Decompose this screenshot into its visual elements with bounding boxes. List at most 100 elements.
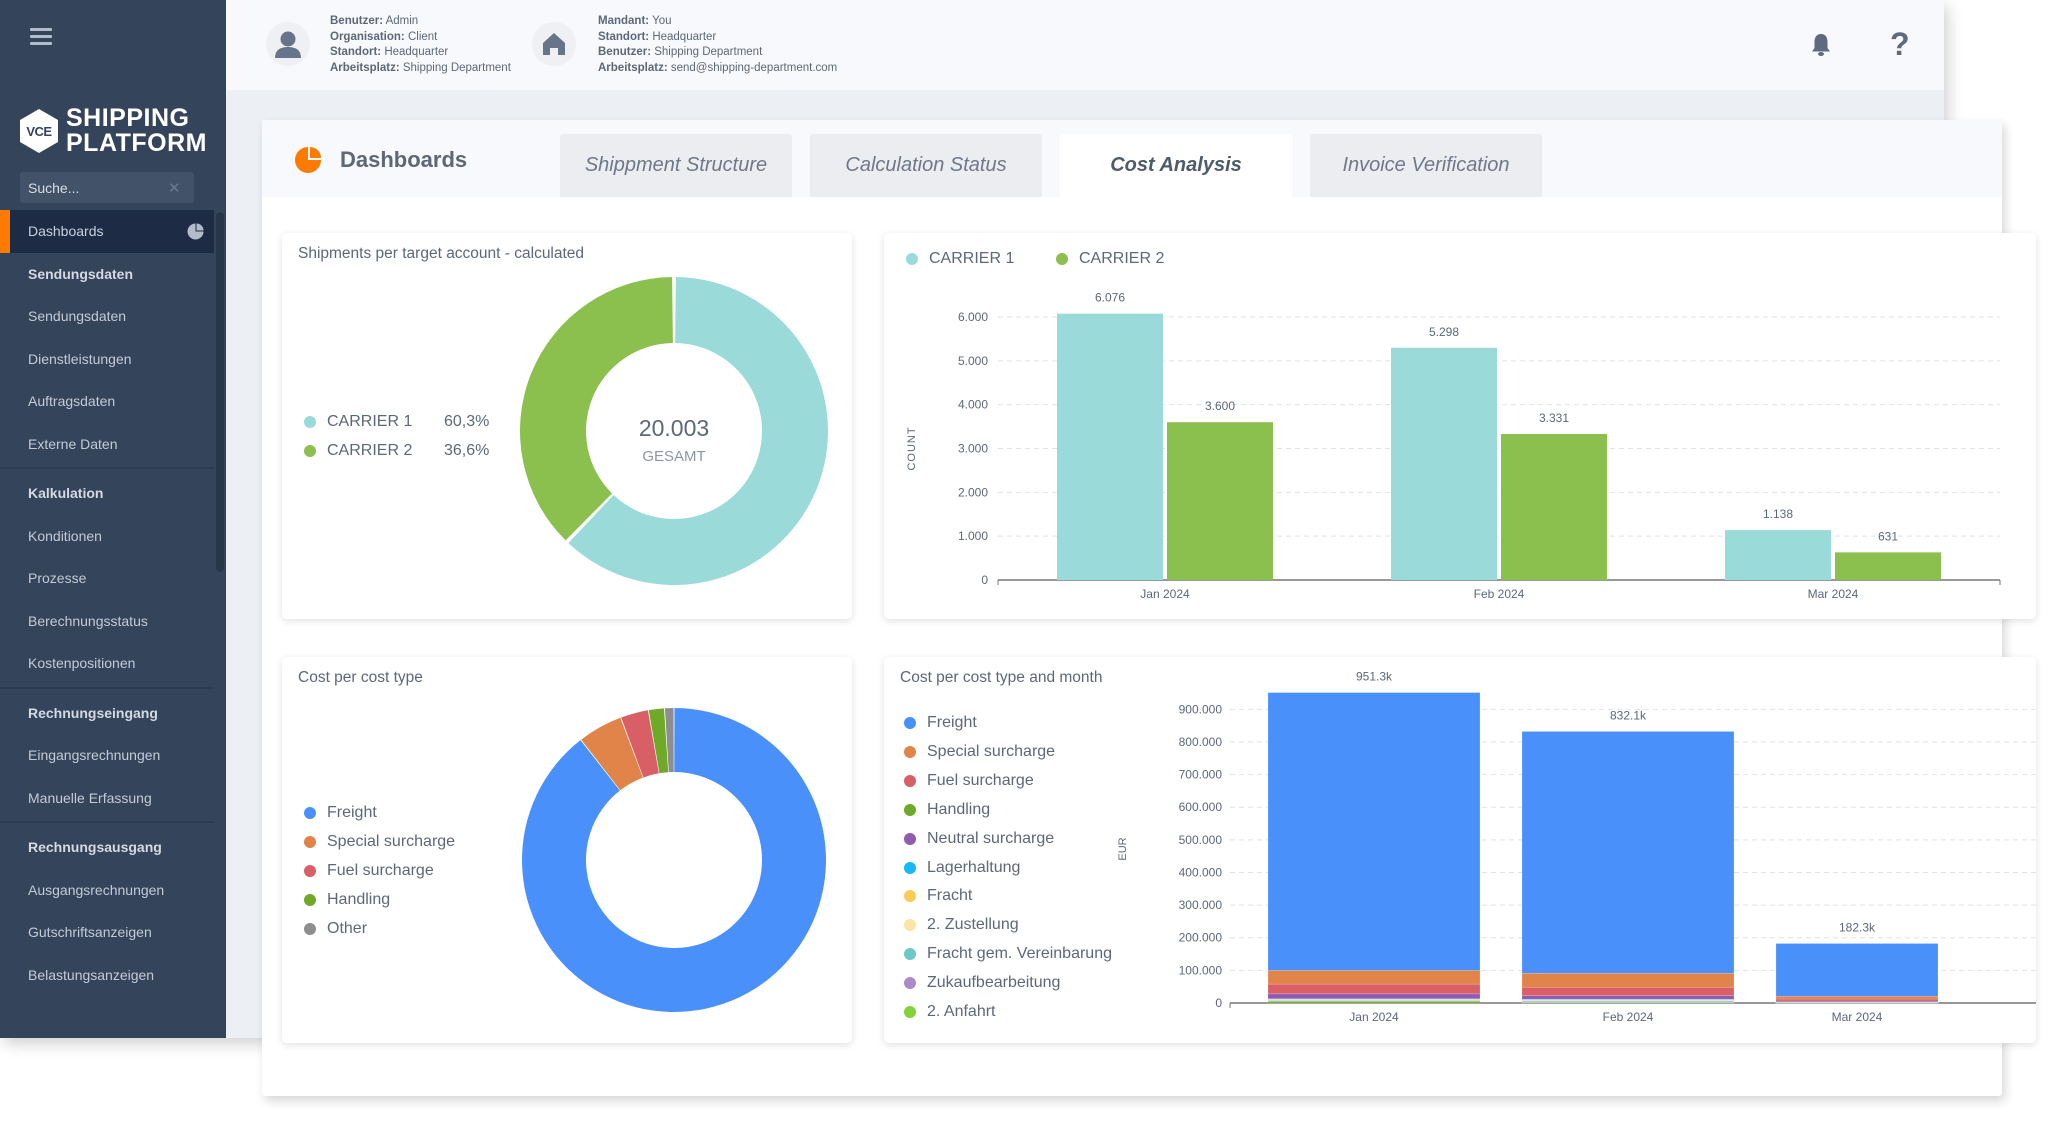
tab-cost-analysis[interactable]: Cost Analysis bbox=[1060, 134, 1292, 197]
info-line: Benutzer: Admin bbox=[330, 14, 511, 30]
donut-slice-carrier-2[interactable] bbox=[520, 277, 673, 541]
info-value: You bbox=[652, 15, 672, 27]
sidebar-item-gutschriftsanzeigen[interactable]: Gutschriftsanzeigen bbox=[0, 911, 214, 954]
cost-donut-chart bbox=[522, 708, 826, 1012]
stack-segment-freight[interactable] bbox=[1775, 943, 1939, 997]
nav-label: Rechnungsausgang bbox=[28, 839, 162, 856]
user-icon bbox=[275, 31, 301, 58]
sidebar-item-auftragsdaten[interactable]: Auftragsdaten bbox=[0, 380, 214, 423]
hamburger-menu-icon[interactable] bbox=[30, 28, 52, 48]
sidebar-item-manuelle-erfassung[interactable]: Manuelle Erfassung bbox=[0, 777, 214, 820]
stack-segment-freight[interactable] bbox=[1521, 731, 1735, 974]
stack-segment-freight[interactable] bbox=[1267, 692, 1481, 971]
logo: VCE SHIPPING PLATFORM bbox=[20, 106, 207, 156]
bar-carrier-1[interactable] bbox=[1725, 530, 1831, 580]
nav-label: Konditionen bbox=[28, 527, 102, 544]
nav-label: Sendungsdaten bbox=[28, 308, 127, 325]
top-bar: Benutzer: Admin Organisation: Client Stand… bbox=[226, 0, 1944, 90]
stack-segment-fuel-surcharge[interactable] bbox=[1775, 998, 1939, 1002]
stack-segment-special-surcharge[interactable] bbox=[1775, 995, 1939, 1000]
nav-section-header: Kalkulation bbox=[0, 472, 214, 515]
bar-carrier-2[interactable] bbox=[1835, 552, 1941, 580]
sidebar-item-kostenpositionen[interactable]: Kostenpositionen bbox=[0, 642, 214, 685]
logo-badge: VCE bbox=[20, 109, 58, 153]
bar-carrier-2[interactable] bbox=[1501, 433, 1607, 580]
nav-section-header: Rechnungsausgang bbox=[0, 826, 214, 869]
sidebar-item-dashboards[interactable]: Dashboards bbox=[0, 210, 214, 253]
info-value: Shipping Department bbox=[402, 61, 511, 74]
shipments-bar-chart: 0 1.000 2.000 3.000 4.000 5.000 6.000 COUNT 6.07… bbox=[906, 291, 2001, 601]
cost-stacked-bar-chart: 0 100.000 200.000 300.000 400.000 500.000 600.… bbox=[1117, 670, 2036, 1024]
y-tick-label: 5.000 bbox=[958, 354, 988, 368]
info-line: Arbeitsplatz: send@shipping-department.c… bbox=[598, 61, 837, 77]
sidebar-scrollbar[interactable] bbox=[216, 212, 224, 572]
sidebar-item-belastungsanzeigen[interactable]: Belastungsanzeigen bbox=[0, 954, 214, 997]
donut-slice-freight[interactable] bbox=[522, 708, 826, 1012]
tab-calculation-status[interactable]: Calculation Status bbox=[810, 134, 1042, 197]
bar-carrier-1[interactable] bbox=[1057, 313, 1163, 580]
y-tick-label: 1.000 bbox=[958, 529, 988, 543]
stack-segment-special-surcharge[interactable] bbox=[1267, 970, 1481, 985]
nav-label: Rechnungseingang bbox=[28, 704, 158, 721]
sidebar-item-eingangsrechnungen[interactable]: Eingangsrechnungen bbox=[0, 734, 214, 777]
y-axis-label: COUNT bbox=[906, 426, 918, 470]
stack-segment-neutral-surcharge[interactable] bbox=[1267, 993, 1481, 1000]
card-shipments-per-account: Shipments per target account - calculate… bbox=[282, 233, 852, 619]
nav-label: Berechnungsstatus bbox=[28, 612, 148, 629]
y-tick-label: 6.000 bbox=[958, 310, 988, 324]
info-line: Benutzer: Shipping Department bbox=[598, 45, 837, 61]
bar-total-label: 182.3k bbox=[1839, 921, 1876, 935]
help-icon[interactable]: ? bbox=[1890, 26, 1910, 63]
user-avatar[interactable] bbox=[266, 22, 310, 66]
home-icon bbox=[543, 33, 565, 55]
notification-bell-icon[interactable] bbox=[1810, 32, 1832, 63]
sidebar-nav: Dashboards Sendungsdaten Sendungsdaten Dien… bbox=[0, 210, 214, 996]
stack-segment-special-surcharge[interactable] bbox=[1521, 972, 1735, 988]
info-line: Arbeitsplatz: Shipping Department bbox=[330, 61, 511, 77]
bar-value-label: 1.138 bbox=[1763, 507, 1793, 521]
nav-label: Kalkulation bbox=[28, 485, 104, 502]
nav-label: Eingangsrechnungen bbox=[28, 747, 161, 764]
dashboard-panel: Dashboards Shippment Structure Calculatio… bbox=[262, 120, 2036, 1096]
info-value: Client bbox=[407, 30, 438, 43]
nav-label: Dienstleistungen bbox=[28, 350, 132, 367]
sidebar-item-ausgangsrechnungen[interactable]: Ausgangsrechnungen bbox=[0, 869, 214, 912]
info-key: Standort: bbox=[330, 46, 382, 58]
tab-shippment-structure[interactable]: Shippment Structure bbox=[560, 134, 792, 197]
sidebar-item-dienstleistungen[interactable]: Dienstleistungen bbox=[0, 338, 214, 381]
sidebar-item-prozesse[interactable]: Prozesse bbox=[0, 557, 214, 600]
info-key: Benutzer: bbox=[598, 46, 652, 58]
search-input[interactable] bbox=[28, 179, 168, 196]
stack-segment-fuel-surcharge[interactable] bbox=[1521, 986, 1735, 996]
info-key: Arbeitsplatz: bbox=[330, 61, 400, 74]
x-tick-label: Jan 2024 bbox=[1349, 1010, 1399, 1024]
y-tick-label: 0 bbox=[981, 573, 988, 587]
sidebar-item-externe-daten[interactable]: Externe Daten bbox=[0, 423, 214, 466]
sidebar-item-konditionen[interactable]: Konditionen bbox=[0, 515, 214, 558]
bar-value-label: 6.076 bbox=[1095, 291, 1125, 305]
sidebar-item-sendungsdaten[interactable]: Sendungsdaten bbox=[0, 295, 214, 338]
y-tick-label: 3.000 bbox=[958, 442, 988, 456]
info-line: Standort: Headquarter bbox=[330, 45, 511, 61]
sidebar-item-berechnungsstatus[interactable]: Berechnungsstatus bbox=[0, 600, 214, 643]
y-tick-label: 800.000 bbox=[1179, 735, 1223, 749]
y-tick-label: 600.000 bbox=[1179, 800, 1223, 814]
stack-segment-fuel-surcharge[interactable] bbox=[1267, 983, 1481, 995]
y-tick-label: 2.000 bbox=[958, 485, 988, 499]
logo-line-2: PLATFORM bbox=[66, 129, 208, 157]
info-key: Organisation: bbox=[330, 30, 405, 43]
bar-total-label: 951.3k bbox=[1356, 670, 1393, 684]
bar-carrier-2[interactable] bbox=[1167, 422, 1273, 580]
info-key: Mandant: bbox=[598, 15, 650, 27]
stack-segment-neutral-surcharge[interactable] bbox=[1521, 995, 1735, 1000]
y-tick-label: 300.000 bbox=[1179, 898, 1223, 912]
client-avatar[interactable] bbox=[532, 22, 576, 66]
x-tick-label: Mar 2024 bbox=[1808, 587, 1859, 601]
clear-search-icon[interactable]: ✕ bbox=[168, 179, 181, 197]
info-value: Admin bbox=[385, 15, 419, 27]
info-value: Shipping Department bbox=[654, 46, 763, 58]
bar-carrier-1[interactable] bbox=[1391, 347, 1497, 580]
tab-invoice-verification[interactable]: Invoice Verification bbox=[1310, 134, 1542, 197]
info-line: Mandant: You bbox=[598, 14, 837, 30]
bar-total-label: 832.1k bbox=[1610, 708, 1647, 722]
